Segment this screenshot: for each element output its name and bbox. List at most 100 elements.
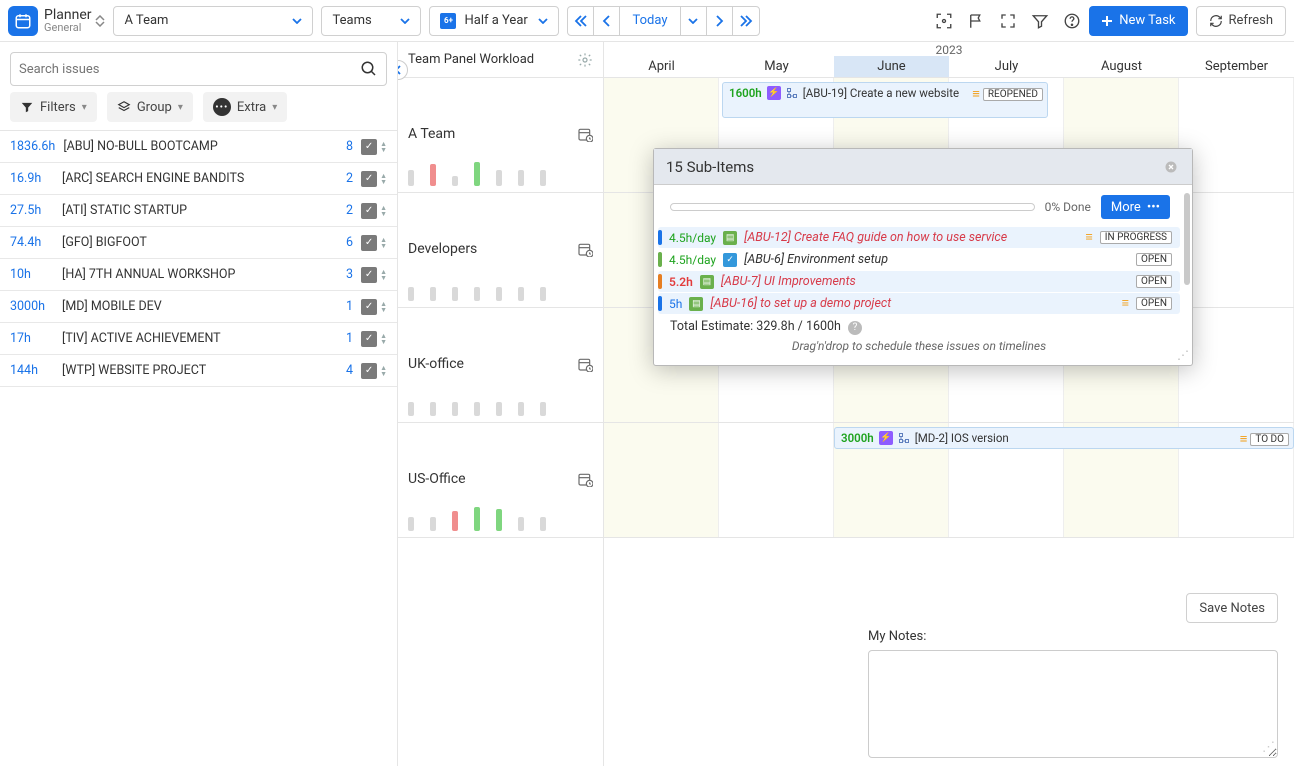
issue-row[interactable]: 1836.6h [ABU] NO-BULL BOOTCAMP 8 ✓▲▼: [0, 131, 397, 163]
app-name: Planner: [44, 8, 91, 22]
issue-label: [ATI] STATIC STARTUP: [62, 203, 338, 218]
range-select-value: Half a Year: [464, 13, 527, 28]
task-card-md2[interactable]: 3000h ⚡ [MD-2] IOS version ≡TO DO: [834, 427, 1294, 449]
sub-item[interactable]: 5.2h▤[ABU-7] UI ImprovementsOPEN: [658, 271, 1180, 292]
sub-item[interactable]: 5h▤[ABU-16] to set up a demo project≡OPE…: [658, 293, 1180, 314]
close-icon[interactable]: [1162, 158, 1180, 176]
issue-label: [ABU] NO-BULL BOOTCAMP: [63, 139, 338, 154]
issue-row[interactable]: 16.9h [ARC] SEARCH ENGINE BANDITS 2 ✓▲▼: [0, 163, 397, 195]
sub-item-hours: 4.5h/day: [669, 253, 716, 267]
task-hours: 3000h: [841, 431, 874, 445]
issue-count: 8: [346, 139, 353, 154]
sort-icon[interactable]: ▲▼: [380, 333, 387, 345]
checkbox-icon[interactable]: ✓: [361, 171, 377, 187]
nav-last-button[interactable]: [733, 7, 759, 35]
team-select[interactable]: A Team: [113, 6, 313, 36]
note-icon: ▤: [689, 297, 703, 311]
checkbox-icon[interactable]: ✓: [361, 139, 377, 155]
popup-hint: Drag'n'drop to schedule these issues on …: [658, 335, 1180, 355]
issue-count: 2: [346, 171, 353, 186]
scope-select[interactable]: Teams: [321, 6, 421, 36]
save-notes-button[interactable]: Save Notes: [1186, 593, 1278, 623]
refresh-icon: [1209, 14, 1223, 28]
issue-row[interactable]: 74.4h[GFO] BIGFOOT6✓▲▼: [0, 227, 397, 259]
issue-hours: 1836.6h: [10, 139, 55, 154]
sort-icon[interactable]: ▲▼: [380, 365, 387, 377]
issue-hours: 16.9h: [10, 171, 54, 186]
schedule-icon[interactable]: [577, 126, 593, 142]
task-hours: 1600h: [729, 86, 762, 100]
help-icon[interactable]: ?: [848, 321, 862, 335]
issue-row[interactable]: 27.5h[ATI] STATIC STARTUP2✓▲▼: [0, 195, 397, 227]
issue-label: [WTP] WEBSITE PROJECT: [62, 363, 338, 378]
subtasks-icon: [898, 432, 910, 444]
checkbox-icon[interactable]: ✓: [361, 235, 377, 251]
sort-icon[interactable]: ▲▼: [380, 301, 387, 313]
epic-icon: ⚡: [767, 86, 781, 100]
focus-icon[interactable]: [935, 12, 953, 30]
resize-grip-icon[interactable]: ⋰: [1177, 348, 1189, 362]
sort-icon[interactable]: ▲▼: [380, 269, 387, 281]
flag-icon[interactable]: [967, 12, 985, 30]
issue-row[interactable]: 17h[TIV] ACTIVE ACHIEVEMENT1✓▲▼: [0, 323, 397, 355]
help-icon[interactable]: [1063, 12, 1081, 30]
caret-down-icon: ▾: [82, 102, 87, 113]
nav-first-button[interactable]: [568, 7, 594, 35]
sort-icon[interactable]: ▲▼: [380, 173, 387, 185]
fullscreen-icon[interactable]: [999, 12, 1017, 30]
extra-chip[interactable]: ••• Extra ▾: [203, 92, 287, 122]
note-icon: ▤: [723, 231, 737, 245]
app-switch-icon[interactable]: [95, 15, 105, 27]
task-card-abu19[interactable]: 1600h ⚡ [ABU-19] Create a new website ≡R…: [722, 82, 1048, 118]
sub-item[interactable]: 4.5h/day✓[ABU-6] Environment setupOPEN: [658, 249, 1180, 270]
notes-textarea[interactable]: ⋰: [868, 650, 1278, 758]
filters-chip[interactable]: Filters ▾: [10, 92, 97, 122]
checkbox-icon[interactable]: ✓: [361, 299, 377, 315]
issue-row[interactable]: 3000h[MD] MOBILE DEV1✓▲▼: [0, 291, 397, 323]
month-header[interactable]: April: [604, 56, 719, 77]
nav-next-button[interactable]: [707, 7, 733, 35]
issue-label: [MD] MOBILE DEV: [62, 299, 338, 314]
nav-prev-button[interactable]: [594, 7, 620, 35]
schedule-icon[interactable]: [577, 356, 593, 372]
nav-today-button[interactable]: Today: [620, 7, 680, 35]
month-header[interactable]: August: [1064, 56, 1179, 77]
team-name: US-Office: [408, 471, 466, 487]
refresh-button[interactable]: Refresh: [1196, 6, 1286, 36]
month-header[interactable]: May: [719, 56, 834, 77]
sort-icon[interactable]: ▲▼: [380, 237, 387, 249]
sort-icon[interactable]: ▲▼: [380, 141, 387, 153]
issue-hours: 3000h: [10, 299, 54, 314]
issue-label: [ARC] SEARCH ENGINE BANDITS: [62, 171, 338, 186]
team-name: A Team: [408, 126, 455, 142]
search-input-wrap[interactable]: [10, 52, 387, 86]
gear-icon[interactable]: [577, 52, 593, 68]
sort-icon[interactable]: ▲▼: [380, 205, 387, 217]
schedule-icon[interactable]: [577, 471, 593, 487]
search-input[interactable]: [19, 62, 354, 77]
range-select[interactable]: 6+ Half a Year: [429, 6, 559, 36]
scrollbar[interactable]: [1184, 193, 1190, 285]
checkbox-icon[interactable]: ✓: [361, 203, 377, 219]
workload-bars: [408, 505, 593, 531]
nav-today-dropdown[interactable]: [681, 7, 707, 35]
filter-icon[interactable]: [1031, 12, 1049, 30]
month-header[interactable]: September: [1179, 56, 1294, 77]
sub-item[interactable]: 4.5h/day▤[ABU-12] Create FAQ guide on ho…: [658, 227, 1180, 248]
filters-label: Filters: [40, 100, 76, 115]
month-header[interactable]: July: [949, 56, 1064, 77]
more-button[interactable]: More •••: [1101, 195, 1170, 219]
total-estimate: Total Estimate: 329.8h / 1600h ?: [658, 315, 1180, 335]
new-task-button[interactable]: New Task: [1089, 6, 1187, 36]
checkbox-icon[interactable]: ✓: [361, 267, 377, 283]
checkbox-icon[interactable]: ✓: [361, 363, 377, 379]
timeline-year: 2023: [604, 42, 1294, 56]
resize-grip-icon[interactable]: ⋰: [1262, 740, 1275, 755]
issue-row[interactable]: 144h[WTP] WEBSITE PROJECT4✓▲▼: [0, 355, 397, 387]
group-chip[interactable]: Group ▾: [107, 92, 193, 122]
schedule-icon[interactable]: [577, 241, 593, 257]
new-task-label: New Task: [1119, 13, 1175, 28]
checkbox-icon[interactable]: ✓: [361, 331, 377, 347]
issue-row[interactable]: 10h[HA] 7TH ANNUAL WORKSHOP3✓▲▼: [0, 259, 397, 291]
month-header[interactable]: June: [834, 56, 949, 77]
